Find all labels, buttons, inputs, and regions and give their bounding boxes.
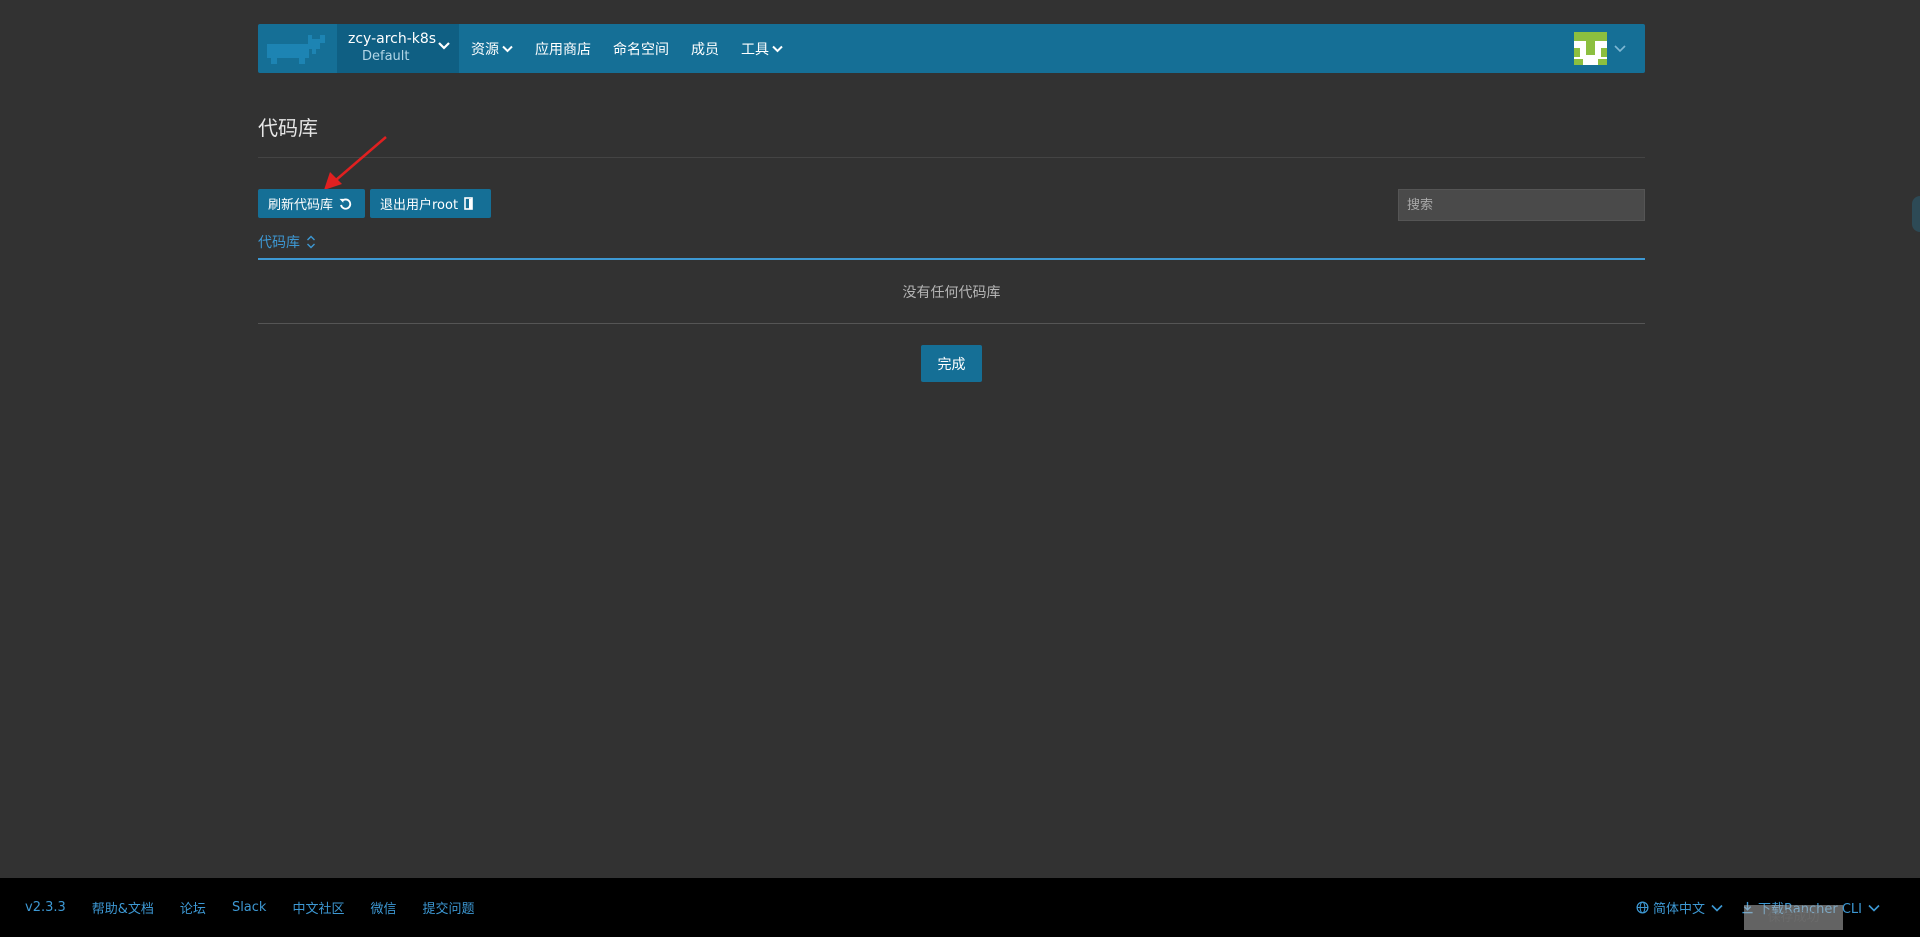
logout-user-button[interactable]: 退出用户root	[370, 189, 491, 218]
search-input[interactable]	[1398, 189, 1645, 221]
rancher-cow-icon	[267, 34, 325, 64]
chevron-down-icon	[1614, 44, 1626, 52]
footer-link-help-docs[interactable]: 帮助&文档	[92, 898, 154, 917]
footer-link-community[interactable]: 中文社区	[292, 898, 344, 917]
refresh-repositories-button[interactable]: 刷新代码库	[258, 189, 365, 218]
nav-namespaces-label: 命名空间	[613, 41, 669, 58]
nav-namespaces[interactable]: 命名空间	[613, 39, 669, 59]
nav-tools[interactable]: 工具	[741, 39, 783, 59]
footer-links: v2.3.3 帮助&文档 论坛 Slack 中文社区 微信 提交问题	[25, 898, 501, 917]
refresh-icon	[339, 198, 352, 210]
globe-icon	[1636, 901, 1649, 914]
footer-link-slack[interactable]: Slack	[232, 900, 267, 915]
nav-tools-label: 工具	[741, 41, 769, 58]
sort-icon	[307, 235, 315, 249]
column-header-label: 代码库	[258, 235, 300, 251]
chevron-down-icon	[1868, 904, 1880, 912]
table-header-divider	[258, 258, 1645, 260]
footer: v2.3.3 帮助&文档 论坛 Slack 中文社区 微信 提交问题 简体中文	[0, 878, 1920, 937]
top-navigation-bar: zcy-arch-k8s Default 资源 应用商店 命名空间 成员 工具	[258, 24, 1645, 73]
avatar	[1574, 32, 1607, 65]
version-link[interactable]: v2.3.3	[25, 900, 66, 915]
divider	[258, 323, 1645, 324]
language-label: 简体中文	[1653, 902, 1706, 917]
logout-user-label: 退出用户root	[380, 198, 459, 213]
door-exit-icon	[464, 197, 473, 210]
refresh-repositories-label: 刷新代码库	[268, 198, 334, 213]
footer-link-wechat[interactable]: 微信	[370, 898, 396, 917]
save-success-toast: 保存成功	[1744, 905, 1843, 930]
chevron-down-icon	[772, 45, 783, 52]
page-title: 代码库	[258, 116, 318, 140]
footer-link-file-issue[interactable]: 提交问题	[422, 898, 474, 917]
side-panel-handle[interactable]	[1912, 196, 1920, 232]
cluster-project-switcher[interactable]: zcy-arch-k8s Default	[337, 24, 459, 73]
language-selector[interactable]: 简体中文	[1636, 898, 1723, 917]
empty-state-message: 没有任何代码库	[902, 285, 1001, 301]
nav-resources-label: 资源	[471, 41, 499, 58]
divider	[258, 157, 1645, 158]
nav-app-store[interactable]: 应用商店	[535, 39, 591, 59]
done-button[interactable]: 完成	[921, 345, 982, 382]
nav-resources[interactable]: 资源	[471, 39, 513, 59]
nav-members[interactable]: 成员	[691, 39, 719, 59]
chevron-down-icon	[502, 45, 513, 52]
nav-members-label: 成员	[691, 41, 719, 58]
chevron-down-icon	[438, 42, 450, 50]
annotation-arrow-icon	[324, 136, 387, 190]
sort-by-repository-header[interactable]: 代码库	[258, 232, 316, 252]
chevron-down-icon	[1711, 904, 1723, 912]
nav-app-store-label: 应用商店	[535, 41, 591, 58]
main-nav: 资源 应用商店 命名空间 成员 工具	[471, 24, 805, 73]
user-menu[interactable]	[1574, 32, 1627, 65]
footer-link-forum[interactable]: 论坛	[180, 898, 206, 917]
rancher-logo[interactable]	[257, 24, 337, 73]
